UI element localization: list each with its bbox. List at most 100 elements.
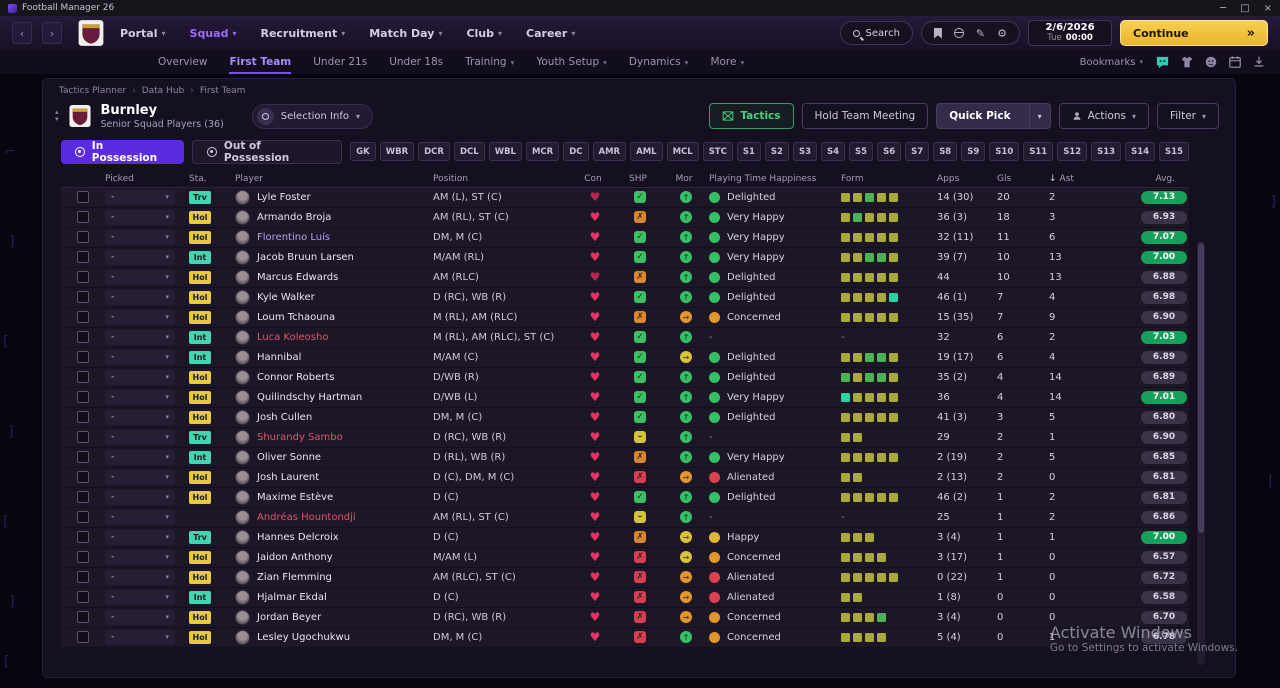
picked-dropdown[interactable]: - ▾ bbox=[105, 469, 175, 485]
position-filter-dcr[interactable]: DCR bbox=[418, 142, 450, 162]
row-checkbox[interactable] bbox=[77, 311, 89, 324]
tactics-button[interactable]: Tactics bbox=[709, 103, 794, 130]
position-filter-s3[interactable]: S3 bbox=[792, 142, 817, 162]
row-checkbox[interactable] bbox=[77, 451, 89, 464]
row-checkbox[interactable] bbox=[77, 411, 89, 424]
row-checkbox[interactable] bbox=[77, 551, 89, 564]
table-row[interactable]: - ▾ Hol Kyle Walker D (RC), WB (R) ♥ ✓ ↑ … bbox=[61, 287, 1189, 308]
position-filter-s6[interactable]: S6 bbox=[877, 142, 902, 162]
settings-icon[interactable]: ⚙ bbox=[997, 28, 1007, 39]
table-row[interactable]: - ▾ Int Jacob Bruun Larsen M/AM (RL) ♥ ✓ … bbox=[61, 247, 1189, 268]
picked-dropdown[interactable]: - ▾ bbox=[105, 489, 175, 505]
row-checkbox[interactable] bbox=[77, 191, 89, 204]
hold-team-meeting-button[interactable]: Hold Team Meeting bbox=[801, 103, 929, 130]
tab-under-21s[interactable]: Under 21s bbox=[313, 50, 367, 74]
table-row[interactable]: - ▾ Andréas Hountondji AM (RL), ST (C) ♥ … bbox=[61, 507, 1189, 528]
tab-youth-setup[interactable]: Youth Setup ▾ bbox=[536, 50, 607, 74]
table-row[interactable]: - ▾ Int Hjalmar Ekdal D (C) ♥ ✗ → Alienat… bbox=[61, 587, 1189, 608]
row-checkbox[interactable] bbox=[77, 371, 89, 384]
picked-dropdown[interactable]: - ▾ bbox=[105, 229, 175, 245]
tab-out-of-possession[interactable]: Out of Possession bbox=[192, 139, 343, 164]
table-row[interactable]: - ▾ Int Oliver Sonne D (RL), WB (R) ♥ ✗ ↑… bbox=[61, 447, 1189, 468]
player-name[interactable]: Marcus Edwards bbox=[257, 272, 338, 283]
position-filter-mcr[interactable]: MCR bbox=[525, 142, 560, 162]
table-row[interactable]: - ▾ Int Luca Koleosho M (RL), AM (RLC), S… bbox=[61, 327, 1189, 348]
table-row[interactable]: - ▾ Hol Josh Cullen DM, M (C) ♥ ✓ ↑ Delig… bbox=[61, 407, 1189, 428]
selection-info-dropdown[interactable]: Selection Info ▾ bbox=[251, 103, 373, 129]
table-row[interactable]: - ▾ Hol Loum Tchaouna M (RL), AM (RLC) ♥ … bbox=[61, 307, 1189, 328]
player-name[interactable]: Armando Broja bbox=[257, 212, 331, 223]
position-filter-dc[interactable]: DC bbox=[563, 142, 589, 162]
breadcrumb-item[interactable]: First Team bbox=[200, 86, 246, 96]
col-shp[interactable]: SHP bbox=[629, 174, 651, 184]
row-checkbox[interactable] bbox=[77, 591, 89, 604]
col-mor[interactable]: Mor bbox=[676, 174, 697, 184]
position-filter-wbr[interactable]: WBR bbox=[379, 142, 415, 162]
player-name[interactable]: Shurandy Sambo bbox=[257, 432, 343, 443]
quick-pick-button[interactable]: Quick Pick ▾ bbox=[936, 103, 1051, 130]
position-filter-mcl[interactable]: MCL bbox=[666, 142, 699, 162]
table-row[interactable]: - ▾ Hol Josh Laurent D (C), DM, M (C) ♥ ✗… bbox=[61, 467, 1189, 488]
picked-dropdown[interactable]: - ▾ bbox=[105, 189, 175, 205]
scrollbar-thumb[interactable] bbox=[1198, 243, 1204, 533]
picked-dropdown[interactable]: - ▾ bbox=[105, 589, 175, 605]
tab-dynamics[interactable]: Dynamics ▾ bbox=[629, 50, 689, 74]
row-checkbox[interactable] bbox=[77, 571, 89, 584]
vertical-scrollbar[interactable] bbox=[1197, 241, 1205, 665]
player-name[interactable]: Loum Tchaouna bbox=[257, 312, 335, 323]
player-name[interactable]: Maxime Estève bbox=[257, 492, 333, 503]
table-row[interactable]: - ▾ Hol Florentino Luís DM, M (C) ♥ ✓ ↑ V… bbox=[61, 227, 1189, 248]
col-picked[interactable]: Picked bbox=[105, 174, 189, 184]
table-row[interactable]: - ▾ Hol Jordan Beyer D (RC), WB (R) ♥ ✗ →… bbox=[61, 607, 1189, 628]
row-checkbox[interactable] bbox=[77, 351, 89, 364]
row-checkbox[interactable] bbox=[77, 611, 89, 624]
filter-dropdown[interactable]: Filter ▾ bbox=[1156, 103, 1219, 130]
position-filter-s14[interactable]: S14 bbox=[1125, 142, 1156, 162]
position-filter-stc[interactable]: STC bbox=[702, 142, 733, 162]
player-name[interactable]: Lyle Foster bbox=[257, 192, 311, 203]
picked-dropdown[interactable]: - ▾ bbox=[105, 569, 175, 585]
col-avg[interactable]: Avg. bbox=[1155, 174, 1189, 184]
forward-button[interactable]: › bbox=[42, 22, 62, 44]
picked-dropdown[interactable]: - ▾ bbox=[105, 409, 175, 425]
position-filter-s11[interactable]: S11 bbox=[1023, 142, 1054, 162]
position-filter-wbl[interactable]: WBL bbox=[488, 142, 522, 162]
row-checkbox[interactable] bbox=[77, 471, 89, 484]
player-name[interactable]: Josh Laurent bbox=[257, 472, 319, 483]
col-sta[interactable]: Sta. bbox=[189, 174, 235, 184]
close-button[interactable]: × bbox=[1264, 3, 1272, 14]
row-checkbox[interactable] bbox=[77, 491, 89, 504]
position-filter-s10[interactable]: S10 bbox=[989, 142, 1020, 162]
breadcrumb-item[interactable]: Tactics Planner bbox=[59, 86, 126, 96]
actions-dropdown[interactable]: Actions ▾ bbox=[1058, 103, 1149, 130]
collapse-toggle[interactable]: ▴ ▾ bbox=[55, 109, 59, 123]
picked-dropdown[interactable]: - ▾ bbox=[105, 269, 175, 285]
row-checkbox[interactable] bbox=[77, 271, 89, 284]
table-row[interactable]: - ▾ Hol Zian Flemming AM (RLC), ST (C) ♥ … bbox=[61, 567, 1189, 588]
player-name[interactable]: Josh Cullen bbox=[257, 412, 312, 423]
position-filter-aml[interactable]: AML bbox=[630, 142, 663, 162]
menu-match-day[interactable]: Match Day ▾ bbox=[369, 27, 442, 40]
picked-dropdown[interactable]: - ▾ bbox=[105, 289, 175, 305]
bookmarks-dropdown[interactable]: Bookmarks ▾ bbox=[1080, 57, 1143, 68]
player-name[interactable]: Hjalmar Ekdal bbox=[257, 592, 327, 603]
picked-dropdown[interactable]: - ▾ bbox=[105, 609, 175, 625]
position-filter-dcl[interactable]: DCL bbox=[453, 142, 485, 162]
col-form[interactable]: Form bbox=[841, 174, 937, 184]
table-row[interactable]: - ▾ Trv Hannes Delcroix D (C) ♥ ✗ → Happy… bbox=[61, 527, 1189, 548]
table-row[interactable]: - ▾ Int Hannibal M/AM (C) ♥ ✓ → Delighted… bbox=[61, 347, 1189, 368]
player-name[interactable]: Lesley Ugochukwu bbox=[257, 632, 350, 643]
calendar-icon[interactable] bbox=[1228, 55, 1242, 69]
picked-dropdown[interactable]: - ▾ bbox=[105, 529, 175, 545]
edit-icon[interactable]: ✎ bbox=[976, 28, 985, 39]
picked-dropdown[interactable]: - ▾ bbox=[105, 429, 175, 445]
maximize-button[interactable]: □ bbox=[1240, 3, 1249, 14]
row-checkbox[interactable] bbox=[77, 231, 89, 244]
menu-recruitment[interactable]: Recruitment ▾ bbox=[260, 27, 345, 40]
menu-portal[interactable]: Portal ▾ bbox=[120, 27, 166, 40]
menu-squad[interactable]: Squad ▾ bbox=[190, 27, 237, 40]
player-name[interactable]: Jordan Beyer bbox=[257, 612, 321, 623]
face-icon[interactable] bbox=[1204, 55, 1218, 69]
row-checkbox[interactable] bbox=[77, 251, 89, 264]
bookmark-icon[interactable] bbox=[933, 27, 942, 39]
